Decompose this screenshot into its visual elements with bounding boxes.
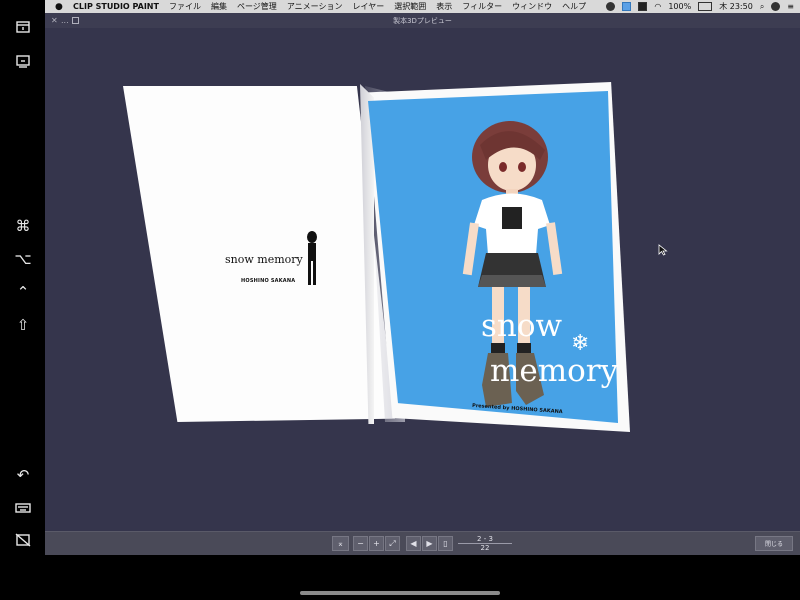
menu-help[interactable]: ヘルプ — [562, 1, 586, 12]
maximize-icon[interactable] — [72, 17, 79, 24]
reset-view-icon[interactable]: ⌅ — [332, 536, 349, 551]
tray-app-icon[interactable] — [606, 2, 616, 11]
menu-selection[interactable]: 選択範囲 — [394, 1, 426, 12]
control-key-icon[interactable]: ⌃ — [8, 279, 38, 305]
option-key-icon[interactable]: ⌥ — [8, 246, 38, 272]
spotlight-icon[interactable]: ⌕ — [760, 2, 764, 12]
window-menu-icon[interactable]: ... — [61, 16, 69, 25]
close-window-icon[interactable]: ✕ — [51, 16, 58, 25]
cover-title-snow: snow — [481, 308, 563, 344]
screen-icon[interactable] — [8, 48, 38, 74]
mac-menubar: ● CLIP STUDIO PAINT ファイル 編集 ページ管理 アニメーショ… — [45, 0, 800, 13]
menu-edit[interactable]: 編集 — [211, 1, 227, 12]
keyboard-icon[interactable] — [8, 495, 38, 521]
command-key-icon[interactable]: ⌘ — [8, 213, 38, 239]
undo-icon[interactable]: ↶ — [8, 462, 38, 488]
menu-file[interactable]: ファイル — [169, 1, 201, 12]
window-title: 製本3Dプレビュー — [393, 16, 452, 25]
tray-clip-icon[interactable] — [638, 2, 648, 11]
user-icon[interactable] — [771, 2, 781, 11]
apple-menu-icon[interactable]: ● — [55, 2, 69, 12]
shift-key-icon[interactable]: ⇧ — [8, 312, 38, 338]
mouse-cursor-icon — [658, 244, 668, 256]
left-page-title: snow memory — [225, 253, 303, 266]
menu-page[interactable]: ページ管理 — [237, 1, 277, 12]
fit-view-icon[interactable]: ⤢ — [385, 536, 400, 551]
preview-toolbar: ⌅ − + ⤢ ◀ ▶ ▯ 2 - 3 22 閉じる — [45, 531, 800, 555]
page-total-label: 22 — [480, 544, 490, 552]
tray-display-icon[interactable] — [622, 2, 632, 11]
app-menu[interactable]: CLIP STUDIO PAINT — [73, 2, 159, 11]
hide-sidebar-icon[interactable] — [8, 527, 38, 553]
page-spread-label: 2 - 3 — [477, 535, 493, 543]
window-titlebar: ✕ ... 製本3Dプレビュー — [45, 13, 800, 28]
cover-title-memory: memory — [490, 353, 619, 389]
wifi-icon[interactable]: ◠ — [654, 2, 661, 11]
window-icon[interactable] — [8, 14, 38, 40]
zoom-out-icon[interactable]: − — [353, 536, 368, 551]
menu-filter[interactable]: フィルター — [462, 1, 502, 12]
prev-page-button[interactable]: ◀ — [406, 536, 421, 551]
menu-layer[interactable]: レイヤー — [353, 1, 385, 12]
control-center-icon[interactable]: ≡ — [787, 2, 794, 11]
zoom-in-icon[interactable]: + — [369, 536, 384, 551]
menu-view[interactable]: 表示 — [436, 1, 452, 12]
battery-icon[interactable] — [698, 2, 713, 11]
home-indicator — [300, 591, 500, 595]
left-page-author: HOSHINO SAKANA — [241, 278, 296, 284]
character-silhouette-icon — [307, 231, 317, 285]
page-icon[interactable]: ▯ — [438, 536, 453, 551]
sidecar-sidebar: ⌘ ⌥ ⌃ ⇧ ↶ — [0, 0, 45, 600]
battery-percent: 100% — [668, 2, 692, 11]
next-page-button[interactable]: ▶ — [422, 536, 437, 551]
menu-window[interactable]: ウィンドウ — [512, 1, 552, 12]
close-button[interactable]: 閉じる — [755, 536, 793, 551]
menu-animation[interactable]: アニメーション — [287, 1, 343, 12]
clock[interactable]: 木 23:50 — [719, 1, 753, 12]
